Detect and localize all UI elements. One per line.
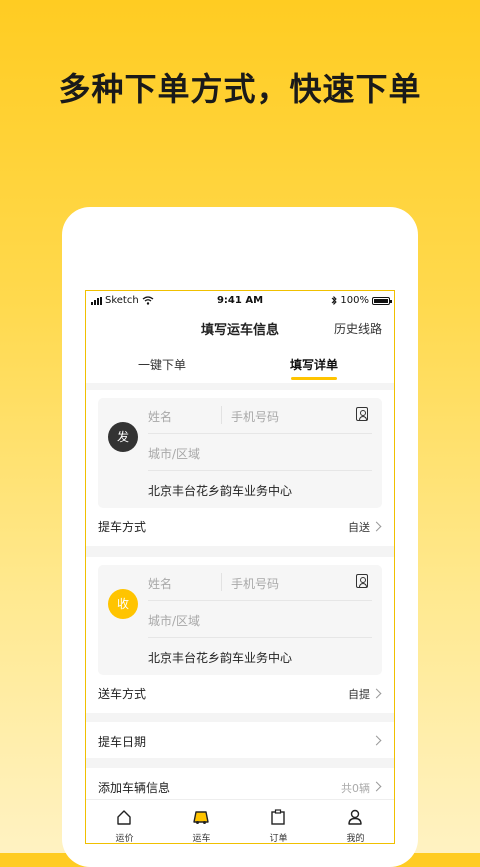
divider bbox=[148, 600, 372, 601]
delivery-method-value[interactable]: 自提 bbox=[348, 686, 370, 702]
contact-book-icon[interactable] bbox=[356, 574, 368, 588]
tabbar-label: 我的 bbox=[346, 834, 365, 843]
divider bbox=[148, 637, 372, 638]
receiver-section: 收 姓名 手机号码 城市/区域 北京丰台花乡韵车业务中心 送车方式 自提 bbox=[86, 557, 394, 713]
pickup-method-value[interactable]: 自送 bbox=[348, 519, 370, 535]
bottom-tab-bar: 运价 运车 订单 我的 bbox=[86, 799, 394, 843]
contact-book-icon[interactable] bbox=[356, 407, 368, 421]
divider bbox=[148, 433, 372, 434]
phone-screen: Sketch 9:41 AM 100% 填写运车信息 历史线路 一键下单 填写详… bbox=[85, 290, 395, 844]
sender-city-input[interactable]: 城市/区域 bbox=[148, 445, 200, 462]
divider bbox=[148, 470, 372, 471]
receiver-form: 收 姓名 手机号码 城市/区域 北京丰台花乡韵车业务中心 bbox=[98, 565, 382, 675]
divider bbox=[221, 573, 222, 591]
pickup-date-row[interactable]: 提车日期 bbox=[86, 722, 394, 758]
user-icon bbox=[348, 809, 362, 825]
pickup-method-label: 提车方式 bbox=[98, 520, 147, 534]
receiver-badge: 收 bbox=[108, 589, 138, 619]
add-vehicle-row[interactable]: 添加车辆信息 共0辆 bbox=[86, 768, 394, 799]
sender-section: 发 姓名 手机号码 城市/区域 北京丰台花乡韵车业务中心 提车方式 自送 bbox=[86, 390, 394, 546]
sender-form: 发 姓名 手机号码 城市/区域 北京丰台花乡韵车业务中心 bbox=[98, 398, 382, 508]
tabbar-label: 运车 bbox=[192, 834, 211, 843]
chevron-right-icon[interactable] bbox=[371, 781, 382, 792]
promo-headline: 多种下单方式，快速下单 bbox=[58, 70, 422, 108]
active-tab-indicator bbox=[291, 377, 337, 380]
status-bar: Sketch 9:41 AM 100% bbox=[86, 291, 394, 311]
sender-address[interactable]: 北京丰台花乡韵车业务中心 bbox=[148, 482, 292, 499]
delivery-method-label: 送车方式 bbox=[98, 687, 147, 701]
tabbar-label: 运价 bbox=[115, 834, 134, 843]
tab-quick-order[interactable]: 一键下单 bbox=[138, 356, 186, 373]
history-routes-button[interactable]: 历史线路 bbox=[334, 320, 382, 337]
pickup-date-label: 提车日期 bbox=[98, 735, 147, 749]
receiver-address[interactable]: 北京丰台花乡韵车业务中心 bbox=[148, 649, 292, 666]
nav-bar: 填写运车信息 历史线路 bbox=[86, 311, 394, 345]
add-vehicle-label: 添加车辆信息 bbox=[98, 781, 171, 795]
car-icon bbox=[193, 811, 209, 824]
receiver-name-input[interactable]: 姓名 bbox=[148, 575, 172, 592]
receiver-phone-input[interactable]: 手机号码 bbox=[231, 575, 279, 592]
receiver-city-input[interactable]: 城市/区域 bbox=[148, 612, 200, 629]
chevron-right-icon[interactable] bbox=[371, 521, 382, 532]
vehicle-count: 共0辆 bbox=[341, 782, 370, 795]
clipboard-icon bbox=[271, 809, 285, 825]
battery-icon bbox=[372, 296, 392, 305]
divider bbox=[221, 406, 222, 424]
home-icon bbox=[117, 810, 131, 825]
order-tabs: 一键下单 填写详单 bbox=[86, 345, 394, 383]
sender-badge: 发 bbox=[108, 422, 138, 452]
sender-phone-input[interactable]: 手机号码 bbox=[231, 408, 279, 425]
bluetooth-icon bbox=[332, 296, 338, 305]
chevron-right-icon[interactable] bbox=[371, 688, 382, 699]
sender-name-input[interactable]: 姓名 bbox=[148, 408, 172, 425]
tab-detailed-order[interactable]: 填写详单 bbox=[290, 356, 338, 373]
tabbar-label: 订单 bbox=[269, 834, 288, 843]
chevron-right-icon[interactable] bbox=[371, 735, 382, 746]
battery-percent: 100% bbox=[340, 295, 369, 306]
